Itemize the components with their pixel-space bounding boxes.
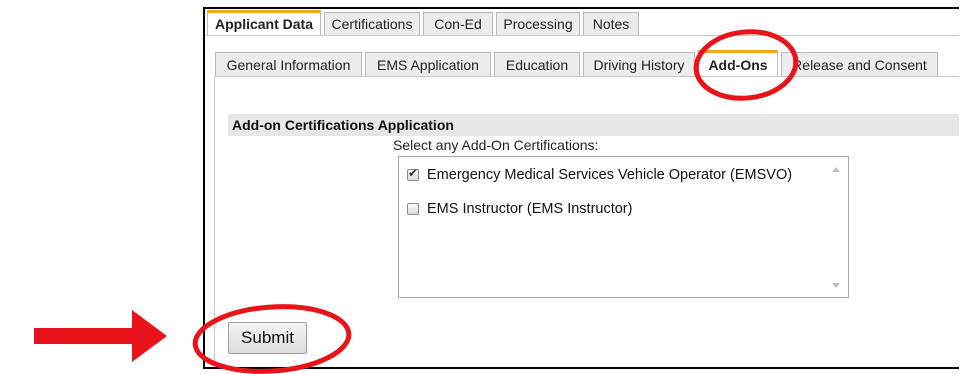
checked-checkbox-icon[interactable] (407, 166, 419, 181)
subtab-driving-history[interactable]: Driving History (583, 52, 695, 77)
tab-con-ed[interactable]: Con-Ed (423, 12, 493, 36)
main-tab-bar: Applicant Data Certifications Con-Ed Pro… (207, 10, 642, 36)
certifications-prompt: Select any Add-On Certifications: (393, 137, 599, 153)
tab-certifications[interactable]: Certifications (324, 12, 420, 36)
tab-bar-divider (205, 35, 959, 36)
add-on-certifications-list[interactable]: Emergency Medical Services Vehicle Opera… (398, 156, 849, 298)
subtab-education[interactable]: Education (494, 52, 580, 77)
subtab-release-and-consent[interactable]: Release and Consent (781, 52, 938, 77)
unchecked-checkbox-icon[interactable] (407, 203, 419, 215)
sub-tab-bar: General Information EMS Application Educ… (215, 50, 941, 77)
tab-notes[interactable]: Notes (583, 12, 639, 36)
certification-label-emsvo: Emergency Medical Services Vehicle Opera… (427, 167, 793, 183)
subtab-general-information[interactable]: General Information (215, 52, 362, 77)
tab-applicant-data[interactable]: Applicant Data (207, 10, 321, 36)
tab-processing[interactable]: Processing (496, 12, 580, 36)
submit-button[interactable]: Submit (228, 322, 307, 354)
list-item[interactable]: EMS Instructor (EMS Instructor) (407, 201, 632, 217)
certification-label-ems-instructor: EMS Instructor (EMS Instructor) (427, 201, 633, 217)
subtab-add-ons[interactable]: Add-Ons (698, 50, 778, 77)
subtab-ems-application[interactable]: EMS Application (365, 52, 491, 77)
list-item[interactable]: Emergency Medical Services Vehicle Opera… (407, 166, 793, 183)
section-title: Add-on Certifications Application (228, 114, 959, 136)
scroll-up-arrow-icon[interactable] (832, 167, 840, 172)
scroll-down-arrow-icon[interactable] (832, 283, 840, 288)
red-arrow-icon (34, 310, 167, 362)
